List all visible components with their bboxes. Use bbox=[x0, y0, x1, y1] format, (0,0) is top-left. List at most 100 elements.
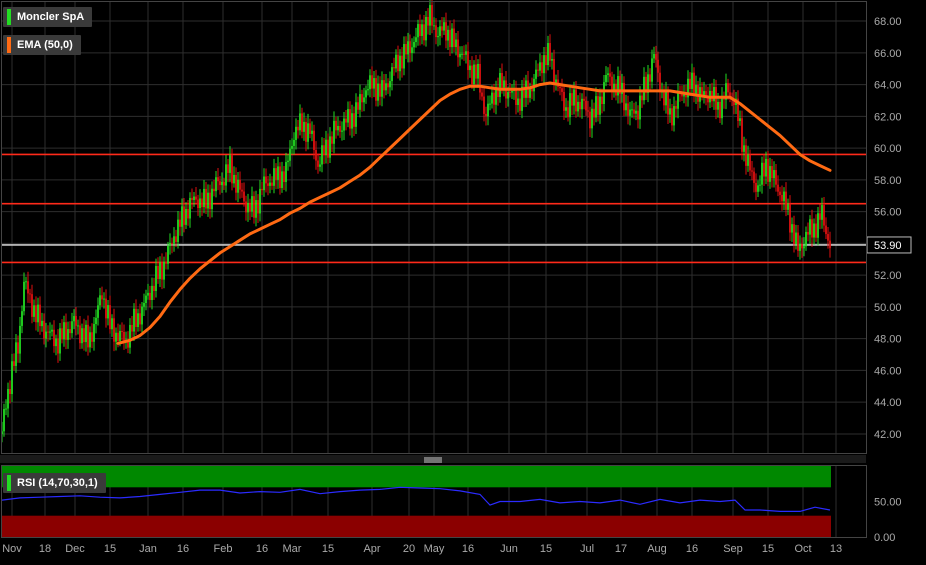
candle-body bbox=[817, 213, 819, 238]
candle-body bbox=[375, 78, 377, 101]
candle-body bbox=[463, 53, 465, 55]
candle-body bbox=[419, 24, 421, 36]
candle-body bbox=[193, 196, 195, 201]
candle-body bbox=[257, 200, 259, 214]
candle-body bbox=[199, 198, 201, 209]
candle-body bbox=[37, 304, 39, 323]
candle-body bbox=[743, 145, 745, 152]
candle-body bbox=[95, 317, 97, 324]
candle-body bbox=[501, 73, 503, 88]
candle-body bbox=[319, 164, 321, 167]
time-tick-label: Jan bbox=[139, 543, 157, 555]
candle-body bbox=[275, 168, 277, 180]
candle-body bbox=[739, 118, 741, 121]
legend-rsi[interactable]: RSI (14,70,30,1) bbox=[3, 473, 106, 493]
candle-body bbox=[5, 408, 7, 410]
candle-body bbox=[105, 298, 107, 319]
candle-body bbox=[493, 92, 495, 105]
candle-body bbox=[265, 176, 267, 184]
candle-body bbox=[609, 73, 611, 77]
candle-body bbox=[321, 145, 323, 165]
candle-body bbox=[585, 100, 587, 111]
candle-body bbox=[789, 204, 791, 233]
candle-body bbox=[559, 86, 561, 89]
candle-body bbox=[277, 166, 279, 180]
candle-body bbox=[641, 95, 643, 101]
candle-body bbox=[57, 338, 59, 354]
candle-body bbox=[655, 53, 657, 60]
candle-body bbox=[583, 98, 585, 101]
candle-body bbox=[341, 130, 343, 132]
candle-body bbox=[663, 91, 665, 106]
candle-body bbox=[697, 85, 699, 102]
legend-moncler[interactable]: Moncler SpA bbox=[3, 7, 93, 27]
price-tick-label: 66.00 bbox=[874, 48, 902, 60]
candle-body bbox=[51, 329, 53, 332]
candle-body bbox=[115, 332, 117, 342]
candle-body bbox=[261, 188, 263, 191]
candle-body bbox=[719, 101, 721, 119]
candle-body bbox=[131, 324, 133, 332]
candle-body bbox=[425, 16, 427, 41]
candle-body bbox=[601, 96, 603, 104]
candle-body bbox=[111, 318, 113, 330]
candle-body bbox=[701, 87, 703, 96]
candle-body bbox=[41, 320, 43, 327]
candle-body bbox=[3, 409, 5, 432]
candle-body bbox=[291, 145, 293, 149]
candle-body bbox=[435, 25, 437, 38]
candle-body bbox=[53, 329, 55, 347]
candle-body bbox=[801, 244, 803, 249]
candle-body bbox=[197, 199, 199, 209]
candle-body bbox=[753, 171, 755, 183]
candle-body bbox=[163, 261, 165, 280]
candle-body bbox=[599, 96, 601, 115]
candle-body bbox=[219, 181, 221, 186]
candle-body bbox=[549, 43, 551, 61]
candle-body bbox=[489, 103, 491, 105]
legend-swatch-price bbox=[7, 9, 11, 25]
candle-body bbox=[751, 170, 753, 172]
candle-body bbox=[271, 182, 273, 186]
candle-body bbox=[473, 64, 475, 85]
candle-body bbox=[413, 42, 415, 48]
time-tick-label: Nov bbox=[2, 543, 22, 555]
candle-body bbox=[355, 102, 357, 127]
candle-body bbox=[245, 201, 247, 213]
candle-body bbox=[459, 53, 461, 58]
candle-body bbox=[205, 188, 207, 209]
candle-body bbox=[659, 72, 661, 93]
candle-body bbox=[573, 89, 575, 106]
candle-body bbox=[353, 113, 355, 127]
candle-body bbox=[421, 24, 423, 36]
candle-body bbox=[829, 240, 831, 249]
candle-body bbox=[203, 188, 205, 208]
candle-body bbox=[579, 101, 581, 110]
legend-ema[interactable]: EMA (50,0) bbox=[3, 35, 81, 55]
candle-body bbox=[693, 72, 695, 95]
candle-body bbox=[629, 109, 631, 116]
time-tick-label: Sep bbox=[723, 543, 743, 555]
candle-body bbox=[385, 83, 387, 91]
candle-body bbox=[691, 72, 693, 89]
candle-body bbox=[153, 285, 155, 291]
price-tick-label: 50.00 bbox=[874, 302, 902, 314]
time-tick-label: 15 bbox=[762, 543, 774, 555]
candle-body bbox=[567, 107, 569, 118]
candle-body bbox=[225, 164, 227, 186]
candle-body bbox=[451, 28, 453, 48]
candle-body bbox=[249, 203, 251, 212]
candle-body bbox=[509, 92, 511, 94]
price-tick-label: 48.00 bbox=[874, 334, 902, 346]
candle-body bbox=[411, 47, 413, 53]
candle-body bbox=[403, 44, 405, 69]
candle-body bbox=[311, 130, 313, 134]
candle-body bbox=[293, 139, 295, 146]
candle-body bbox=[665, 91, 667, 106]
candle-body bbox=[295, 126, 297, 140]
candle-body bbox=[695, 85, 697, 95]
candle-body bbox=[317, 160, 319, 167]
candle-body bbox=[767, 158, 769, 182]
legend-label-price: Moncler SpA bbox=[17, 11, 85, 23]
candle-body bbox=[631, 109, 633, 111]
